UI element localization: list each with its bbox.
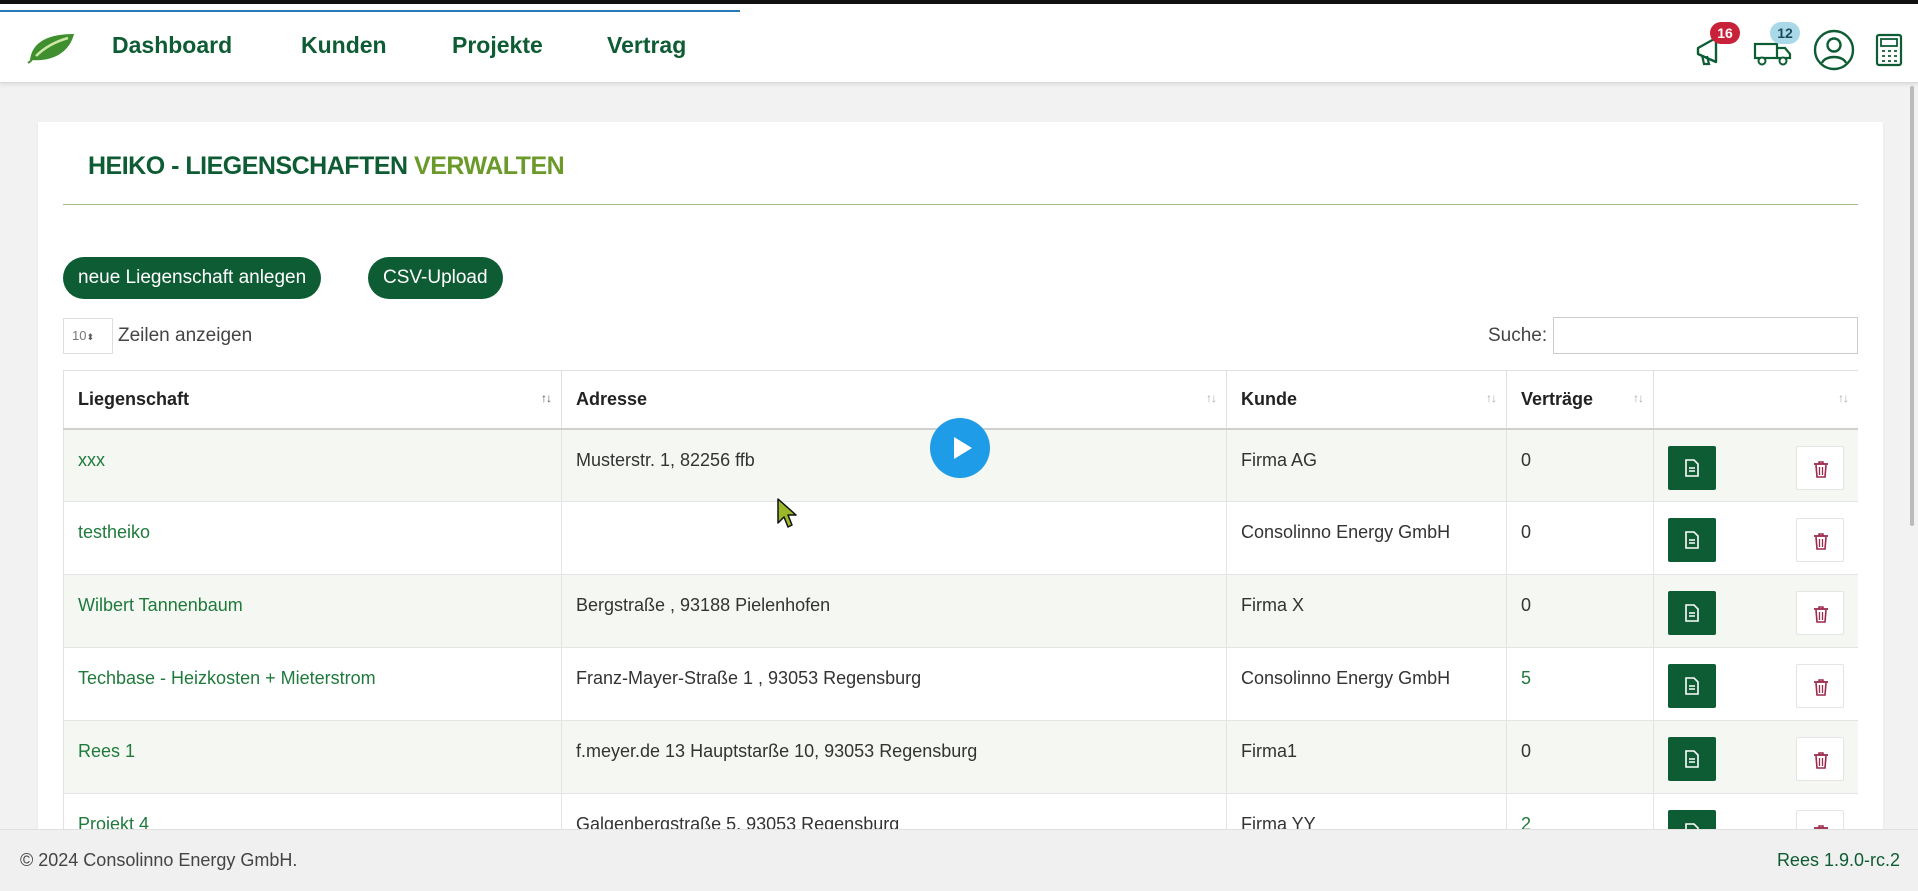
column-header-actions[interactable]: ↑↓ xyxy=(1653,370,1858,430)
document-button[interactable] xyxy=(1668,664,1716,708)
document-button[interactable] xyxy=(1668,737,1716,781)
footer-version: Rees 1.9.0-rc.2 xyxy=(1776,850,1900,870)
cell-address: Franz-Mayer-Straße 1 , 93053 Regensburg xyxy=(561,647,1227,721)
document-button[interactable] xyxy=(1668,518,1716,562)
column-header-adresse[interactable]: Adresse ↑↓ xyxy=(561,370,1227,430)
sort-icon: ↑↓ xyxy=(1486,391,1497,405)
page-length-value: 10 xyxy=(72,328,87,343)
cell-customer: Consolinno Energy GmbH xyxy=(1226,501,1507,575)
cell-customer: Consolinno Energy GmbH xyxy=(1226,647,1507,721)
nav-projekte[interactable]: Projekte xyxy=(452,32,543,59)
column-label: Kunde xyxy=(1241,388,1297,409)
messages-badge: 12 xyxy=(1770,22,1800,44)
nav-vertrag[interactable]: Vertrag xyxy=(607,32,686,59)
cell-actions xyxy=(1653,720,1858,794)
table-row: Wilbert Tannenbaum Bergstraße , 93188 Pie… xyxy=(63,574,1858,648)
cell-property-name-link[interactable]: Techbase - Heizkosten + Mieterstrom xyxy=(63,647,562,721)
nav-dashboard[interactable]: Dashboard xyxy=(112,32,232,59)
content-card: HEIKO - LIEGENSCHAFTEN VERWALTEN neue Li… xyxy=(38,122,1883,842)
table-row: Techbase - Heizkosten + Mieterstrom Franz… xyxy=(63,647,1858,721)
document-button[interactable] xyxy=(1668,445,1716,490)
search-label: Suche: xyxy=(1488,325,1548,346)
delete-button[interactable] xyxy=(1796,664,1844,708)
cell-contracts: 0 xyxy=(1506,574,1654,648)
cell-actions xyxy=(1653,501,1858,575)
mouse-cursor-icon xyxy=(777,498,797,528)
cell-address xyxy=(561,501,1227,575)
cell-contracts: 0 xyxy=(1506,501,1654,575)
delete-button[interactable] xyxy=(1796,445,1844,490)
sort-icon: ↑↓ xyxy=(541,391,552,405)
cell-property-name-link[interactable]: Rees 1 xyxy=(63,720,562,794)
notifications-button[interactable]: 16 xyxy=(1690,22,1740,72)
column-label: Verträge xyxy=(1521,388,1594,409)
cell-customer: Firma AG xyxy=(1226,428,1507,502)
cell-property-name-link[interactable]: xxx xyxy=(63,428,562,502)
page-length-label: Zeilen anzeigen xyxy=(118,325,253,346)
delete-button[interactable] xyxy=(1796,518,1844,562)
notifications-badge: 16 xyxy=(1710,22,1740,44)
page-footer: © 2024 Consolinno Energy GmbH. Rees 1.9.… xyxy=(0,829,1918,891)
calculator-icon xyxy=(1875,33,1903,67)
calculator-button[interactable] xyxy=(1870,28,1910,72)
page-length-select[interactable]: 10⬍ xyxy=(63,318,113,354)
column-header-liegenschaft[interactable]: Liegenschaft ↑↓ xyxy=(63,370,562,430)
cell-actions xyxy=(1653,647,1858,721)
cell-customer: Firma X xyxy=(1226,574,1507,648)
sort-icon: ↑↓ xyxy=(1633,391,1644,405)
play-button[interactable] xyxy=(930,418,990,478)
user-icon xyxy=(1813,29,1855,71)
table-row: testheiko Consolinno Energy GmbH 0 xyxy=(63,501,1858,575)
delete-button[interactable] xyxy=(1796,737,1844,781)
search-input[interactable] xyxy=(1553,317,1858,354)
user-profile-button[interactable] xyxy=(1812,28,1856,72)
footer-copyright: © 2024 Consolinno Energy GmbH. xyxy=(20,850,298,870)
page-title: HEIKO - LIEGENSCHAFTEN VERWALTEN xyxy=(88,152,565,181)
sort-icon: ↑↓ xyxy=(1838,391,1849,405)
cell-contracts[interactable]: 5 xyxy=(1506,647,1654,721)
column-label: Liegenschaft xyxy=(78,388,190,409)
column-header-kunde[interactable]: Kunde ↑↓ xyxy=(1226,370,1507,430)
document-button[interactable] xyxy=(1668,591,1716,635)
nav-kunden[interactable]: Kunden xyxy=(301,32,387,59)
csv-upload-button[interactable]: CSV-Upload xyxy=(368,257,503,299)
column-header-vertraege[interactable]: Verträge ↑↓ xyxy=(1506,370,1654,430)
cell-customer: Firma1 xyxy=(1226,720,1507,794)
cell-address: Bergstraße , 93188 Pielenhofen xyxy=(561,574,1227,648)
cell-property-name-link[interactable]: Wilbert Tannenbaum xyxy=(63,574,562,648)
delete-button[interactable] xyxy=(1796,591,1844,635)
select-arrows-icon: ⬍ xyxy=(86,332,95,342)
cell-contracts: 0 xyxy=(1506,428,1654,502)
logo-leaf-icon[interactable] xyxy=(26,30,78,64)
cell-contracts: 0 xyxy=(1506,720,1654,794)
table-row: Rees 1 f.meyer.de 13 Hauptstarße 10, 9305… xyxy=(63,720,1858,794)
page-title-part2: VERWALTEN xyxy=(414,152,565,180)
sort-icon: ↑↓ xyxy=(1206,391,1217,405)
cell-actions xyxy=(1653,574,1858,648)
cell-address: f.meyer.de 13 Hauptstarße 10, 93053 Rege… xyxy=(561,720,1227,794)
cell-address: Musterstr. 1, 82256 ffb xyxy=(561,428,1227,502)
page-scrollbar[interactable] xyxy=(1910,86,1914,526)
cell-actions xyxy=(1653,428,1858,502)
top-navbar: Dashboard Kunden Projekte Vertrag 16 12 xyxy=(0,12,1918,83)
top-dark-bar xyxy=(0,0,1918,4)
column-label: Adresse xyxy=(576,388,648,409)
play-icon xyxy=(954,437,972,459)
title-divider xyxy=(63,204,1858,205)
new-property-button[interactable]: neue Liegenschaft anlegen xyxy=(63,257,322,299)
messages-button[interactable]: 12 xyxy=(1750,22,1800,72)
cell-property-name-link[interactable]: testheiko xyxy=(63,501,562,575)
page-title-part1: HEIKO - LIEGENSCHAFTEN xyxy=(88,152,408,180)
browser-top-strip xyxy=(0,0,1918,13)
